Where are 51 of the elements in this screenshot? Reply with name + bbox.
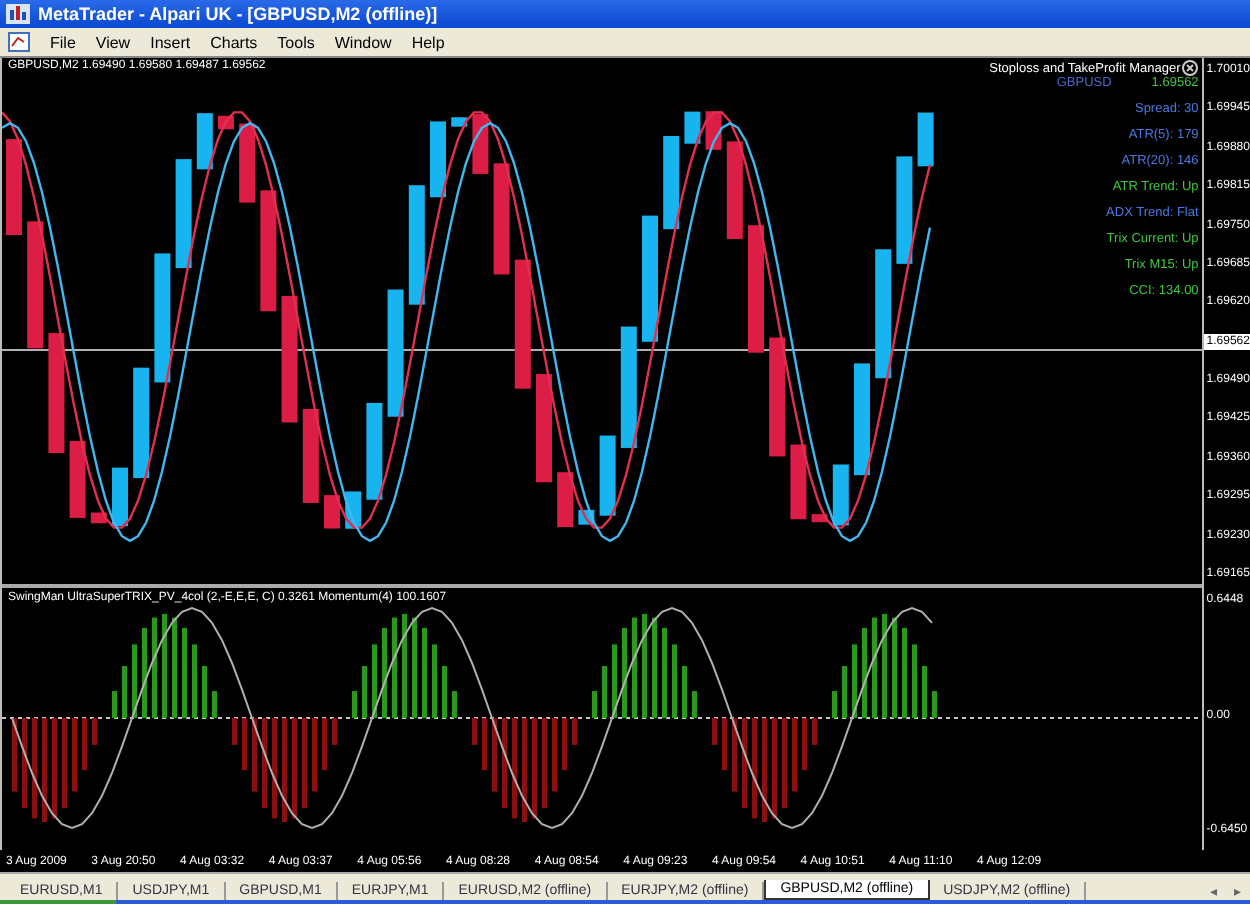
candle bbox=[451, 117, 468, 127]
candle bbox=[281, 296, 298, 423]
candle bbox=[154, 253, 171, 383]
candle bbox=[748, 225, 764, 353]
candle bbox=[896, 156, 913, 264]
candle bbox=[69, 440, 86, 518]
menu-item[interactable]: Help bbox=[411, 33, 445, 51]
candle bbox=[196, 113, 213, 170]
candle bbox=[472, 114, 489, 174]
menu-item[interactable]: Charts bbox=[210, 33, 258, 51]
candle bbox=[726, 141, 743, 240]
window-title: MetaTrader - Alpari UK - [GBPUSD,M2 (offline)] bbox=[38, 4, 438, 24]
menu-item[interactable]: File bbox=[50, 33, 76, 51]
candle bbox=[112, 467, 128, 527]
candle bbox=[557, 472, 574, 528]
candle bbox=[27, 221, 44, 349]
candle bbox=[302, 408, 319, 503]
candle bbox=[260, 190, 277, 312]
candle bbox=[832, 464, 849, 526]
candle bbox=[599, 435, 616, 516]
candle bbox=[514, 259, 531, 389]
menu-item[interactable]: Tools bbox=[277, 33, 315, 51]
menu-item[interactable]: View bbox=[95, 33, 131, 51]
candle bbox=[324, 495, 340, 529]
candle bbox=[811, 514, 828, 523]
candle bbox=[430, 121, 446, 198]
candle bbox=[642, 215, 658, 342]
menu-item[interactable]: Insert bbox=[150, 33, 191, 51]
app-icon bbox=[6, 4, 30, 24]
candle bbox=[408, 185, 425, 305]
candle bbox=[875, 249, 892, 379]
candle bbox=[239, 123, 256, 203]
candle bbox=[90, 512, 107, 524]
candle bbox=[387, 289, 404, 417]
menu-item[interactable]: Window bbox=[334, 33, 392, 51]
candle bbox=[769, 337, 786, 457]
candle bbox=[790, 444, 807, 520]
candle bbox=[536, 374, 552, 483]
candle bbox=[366, 402, 383, 500]
candle bbox=[620, 326, 637, 448]
candle bbox=[663, 136, 680, 230]
candle bbox=[917, 112, 934, 167]
candle bbox=[48, 333, 65, 454]
candle bbox=[493, 163, 510, 275]
candle bbox=[684, 111, 701, 144]
chart-icon[interactable] bbox=[8, 32, 30, 52]
candle bbox=[6, 139, 22, 236]
close-icon[interactable] bbox=[1182, 60, 1199, 76]
candle bbox=[133, 367, 150, 479]
candle bbox=[854, 363, 870, 476]
candle bbox=[175, 159, 192, 269]
